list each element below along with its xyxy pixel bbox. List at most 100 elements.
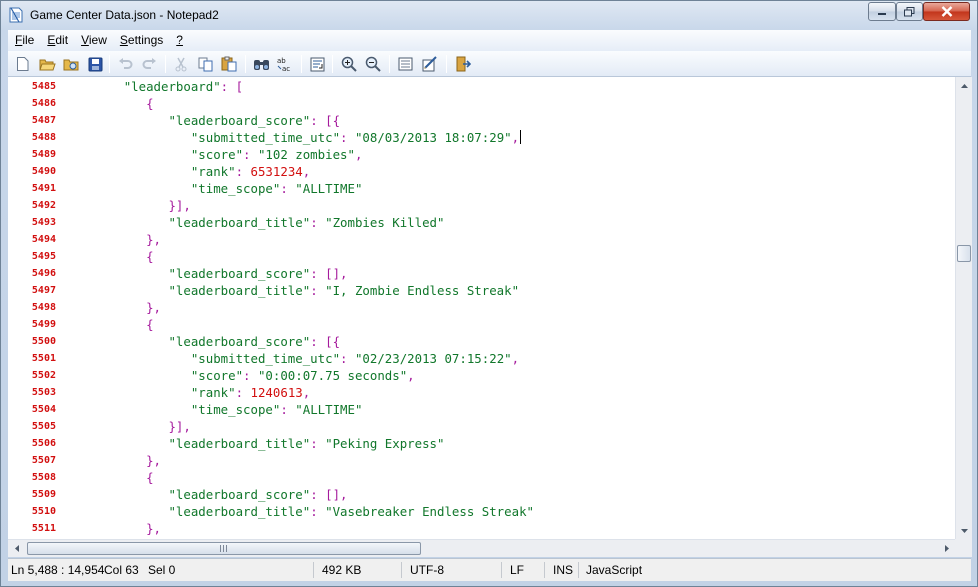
menu-help[interactable]: ? (169, 30, 189, 51)
zoom-out-button[interactable] (363, 54, 383, 74)
find-button[interactable] (251, 54, 271, 74)
code-line[interactable]: "leaderboard": [ (64, 78, 243, 95)
code-line[interactable]: }, (64, 520, 161, 537)
line-number: 5510 (31, 506, 56, 517)
code-line[interactable]: "leaderboard_score": [], (64, 265, 347, 282)
code-line[interactable]: { (64, 469, 153, 486)
json-punctuation: : (280, 402, 296, 417)
status-scheme[interactable]: JavaScript (586, 559, 642, 581)
menu-view[interactable]: View (74, 30, 113, 51)
code-line[interactable]: "time_scope": "ALLTIME" (64, 180, 363, 197)
code-line[interactable]: { (64, 248, 153, 265)
code-line[interactable]: { (64, 316, 153, 333)
code-line[interactable]: "leaderboard_score": [], (64, 486, 347, 503)
zoom-in-button[interactable] (339, 54, 359, 74)
code-line[interactable]: }], (64, 418, 190, 435)
code-line[interactable]: "submitted_time_utc": "02/23/2013 07:15:… (64, 350, 519, 367)
code-line[interactable]: "score": "102 zombies", (64, 146, 363, 163)
scroll-right-button[interactable] (938, 540, 955, 557)
status-insert-mode: INS (553, 563, 574, 577)
cut-button[interactable] (171, 54, 191, 74)
scheme-icon (398, 57, 412, 71)
json-key: "leaderboard" (123, 79, 221, 94)
code-line[interactable]: }, (64, 231, 161, 248)
browse-button[interactable] (61, 54, 81, 74)
line-number: 5496 (31, 268, 56, 279)
json-punctuation: }, (146, 232, 161, 247)
code-line[interactable]: "leaderboard_score": [{ (64, 333, 340, 350)
copy-icon (198, 57, 212, 71)
line-number: 5490 (31, 166, 56, 177)
replace-button[interactable]: ab ac (275, 54, 295, 74)
json-punctuation: : (340, 351, 355, 366)
cut-icon (175, 57, 187, 71)
maximize-button[interactable] (896, 2, 923, 21)
scheme-button[interactable] (395, 54, 415, 74)
open-file-button[interactable] (37, 54, 57, 74)
code-line[interactable]: "leaderboard_title": "Vasebreaker Endles… (64, 503, 534, 520)
status-encoding[interactable]: UTF-8 (410, 559, 444, 581)
text-editor[interactable]: 5485 5486 5487 5488 5489 5490 5491 5492 5493 5494… (8, 77, 955, 539)
code-line[interactable]: "leaderboard_title": "Peking Express" (64, 435, 444, 452)
new-file-button[interactable] (13, 54, 33, 74)
code-line[interactable]: "leaderboard_title": "Zombies Killed" (64, 214, 444, 231)
line-number: 5495 (31, 251, 56, 262)
paste-icon (221, 56, 237, 72)
code-line[interactable]: "submitted_time_utc": "08/03/2013 18:07:… (64, 129, 522, 146)
json-string: "Peking Express" (325, 436, 445, 451)
json-punctuation: }, (146, 300, 161, 315)
menu-bar: File Edit View Settings? (8, 30, 971, 51)
word-wrap-icon (310, 57, 324, 71)
arrow-left-icon (14, 545, 19, 552)
scroll-left-button[interactable] (8, 540, 25, 557)
code-line[interactable]: "time_scope": "ALLTIME" (64, 401, 363, 418)
code-line[interactable]: }, (64, 452, 161, 469)
menu-edit[interactable]: Edit (40, 30, 74, 51)
minimize-button[interactable] (868, 2, 896, 21)
line-number: 5486 (31, 98, 56, 109)
code-line[interactable]: "rank": 1240613, (64, 384, 310, 401)
word-wrap-button[interactable] (307, 54, 327, 74)
menu-settings[interactable]: Settings (113, 30, 169, 51)
code-line[interactable]: "rank": 6531234, (64, 163, 310, 180)
json-string: "102 zombies" (257, 147, 355, 162)
status-line-ending[interactable]: LF (510, 559, 524, 581)
vertical-scroll-thumb[interactable] (957, 245, 971, 262)
code-line[interactable]: "score": "0:00:07.75 seconds", (64, 367, 415, 384)
scroll-down-button[interactable] (956, 522, 972, 539)
horizontal-scroll-thumb[interactable] (27, 542, 421, 555)
svg-text:ac: ac (282, 65, 290, 73)
title-bar[interactable]: Game Center Data.json - Notepad2 (1, 1, 977, 29)
close-button[interactable] (923, 2, 970, 21)
scroll-up-button[interactable] (956, 77, 972, 94)
line-number: 5491 (31, 183, 56, 194)
paste-button[interactable] (219, 54, 239, 74)
code-line[interactable]: "leaderboard_score": [{ (64, 112, 340, 129)
code-line[interactable]: }], (64, 197, 190, 214)
exit-button[interactable] (453, 54, 473, 74)
svg-text:ab: ab (277, 57, 286, 65)
line-number: 5497 (31, 285, 56, 296)
copy-button[interactable] (195, 54, 215, 74)
vertical-scrollbar[interactable] (955, 77, 972, 539)
undo-button[interactable] (115, 54, 135, 74)
menu-file[interactable]: File (8, 30, 40, 51)
customize-scheme-button[interactable] (420, 54, 440, 74)
redo-button[interactable] (139, 54, 159, 74)
horizontal-scrollbar[interactable] (8, 539, 955, 557)
notepad-app-icon[interactable] (9, 7, 23, 23)
code-line[interactable]: }, (64, 299, 161, 316)
restore-icon (904, 6, 915, 16)
code-line[interactable]: "leaderboard_title": "I, Zombie Endless … (64, 282, 519, 299)
save-button[interactable] (85, 54, 105, 74)
code-line[interactable]: { (64, 95, 153, 112)
status-column: Col 63 (104, 563, 139, 577)
status-bar: Ln 5,488 : 14,954 Col 63 Sel 0 492 KB UT… (8, 558, 971, 581)
